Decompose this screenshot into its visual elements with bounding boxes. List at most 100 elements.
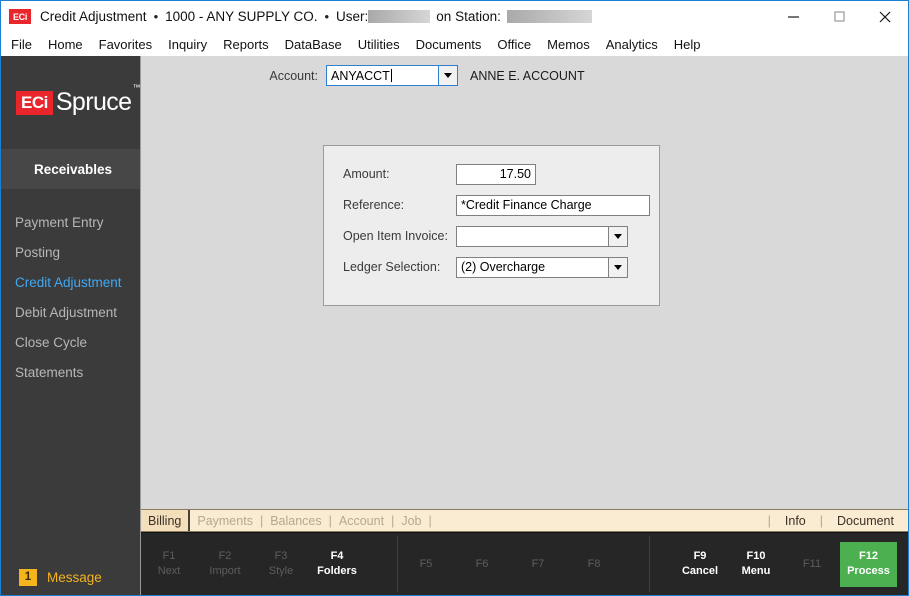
form-row-open-item-invoice: Open Item Invoice: — [343, 221, 659, 251]
fkey-group-1: F1 Next F2 Import F3 Style F4 Folders — [141, 533, 397, 595]
maximize-icon[interactable] — [816, 1, 862, 32]
sidebar-item-posting[interactable]: Posting — [1, 237, 140, 267]
account-input-value: ANYACCT — [331, 68, 390, 83]
fkey-f11[interactable]: F11 — [784, 541, 840, 588]
open-item-invoice-label: Open Item Invoice: — [343, 229, 448, 243]
fkey-f9-number: F9 — [693, 550, 707, 563]
fkey-f2-import[interactable]: F2 Import — [197, 541, 253, 588]
sidebar-item-close-cycle[interactable]: Close Cycle — [1, 327, 140, 357]
fkey-f10-label: Menu — [741, 565, 771, 577]
fkey-f12-label: Process — [847, 565, 890, 577]
tab-billing[interactable]: Billing — [141, 510, 191, 531]
open-item-invoice-combo[interactable] — [456, 225, 628, 247]
fkey-f4-label: Folders — [317, 565, 357, 577]
menu-item-utilities[interactable]: Utilities — [358, 37, 400, 52]
message-indicator[interactable]: 1 Message — [1, 559, 140, 595]
tab-document[interactable]: Document — [823, 510, 908, 531]
fkey-f6-number: F6 — [475, 557, 489, 570]
chevron-down-icon — [614, 233, 622, 239]
body-split: ECi Spruce ™ Receivables Payment Entry P… — [1, 56, 908, 595]
account-name-display: ANNE E. ACCOUNT — [470, 68, 585, 83]
fkey-f1-next[interactable]: F1 Next — [141, 541, 197, 588]
tab-info[interactable]: Info — [771, 510, 820, 531]
fkey-f9-label: Cancel — [681, 565, 719, 577]
tab-payments[interactable]: Payments — [190, 510, 260, 531]
eci-logo-icon: ECi — [9, 9, 31, 24]
fkey-f12-process[interactable]: F12 Process — [840, 541, 897, 587]
menu-item-database[interactable]: DataBase — [285, 37, 342, 52]
sidebar-nav: Payment Entry Posting Credit Adjustment … — [1, 189, 140, 387]
fkey-f3-style[interactable]: F3 Style — [253, 541, 309, 588]
tab-account[interactable]: Account — [332, 510, 391, 531]
fkey-f7-number: F7 — [531, 557, 545, 570]
sidebar-item-payment-entry[interactable]: Payment Entry — [1, 207, 140, 237]
account-label: Account: — [269, 68, 318, 83]
ledger-selection-combo[interactable]: (2) Overcharge — [456, 256, 628, 278]
minimize-icon[interactable] — [770, 1, 816, 32]
fkey-f8[interactable]: F8 — [566, 541, 622, 588]
fkey-f2-label: Import — [209, 565, 241, 577]
menu-item-documents[interactable]: Documents — [416, 37, 482, 52]
account-dropdown-button[interactable] — [439, 65, 458, 86]
function-key-bar: F1 Next F2 Import F3 Style F4 Folders F5… — [141, 532, 908, 595]
chevron-down-icon — [444, 73, 452, 78]
ledger-selection-value[interactable]: (2) Overcharge — [456, 256, 608, 278]
fkey-f5[interactable]: F5 — [398, 541, 454, 588]
reference-label: Reference: — [343, 198, 405, 212]
eci-mark-icon: ECi — [16, 90, 53, 115]
fkey-f4-folders[interactable]: F4 Folders — [309, 541, 365, 588]
account-input[interactable]: ANYACCT — [326, 65, 439, 86]
fkey-f10-menu[interactable]: F10 Menu — [728, 541, 784, 588]
fkey-f2-number: F2 — [218, 550, 232, 563]
fkey-f6[interactable]: F6 — [454, 541, 510, 588]
ledger-selection-dropdown-button[interactable] — [608, 256, 628, 278]
menu-item-home[interactable]: Home — [48, 37, 83, 52]
close-icon[interactable] — [862, 1, 908, 32]
module-header: Receivables — [1, 149, 140, 189]
menu-item-help[interactable]: Help — [674, 37, 701, 52]
tab-balances[interactable]: Balances — [263, 510, 328, 531]
sidebar-item-statements[interactable]: Statements — [1, 357, 140, 387]
reference-input[interactable]: *Credit Finance Charge — [456, 194, 650, 216]
message-count-badge: 1 — [19, 568, 37, 586]
menu-item-memos[interactable]: Memos — [547, 37, 590, 52]
sidebar-item-debit-adjustment[interactable]: Debit Adjustment — [1, 297, 140, 327]
ledger-selection-label: Ledger Selection: — [343, 260, 441, 274]
open-item-invoice-dropdown-button[interactable] — [608, 225, 628, 247]
fkey-group-3: F9 Cancel F10 Menu F11 F12 Process — [650, 533, 908, 595]
menu-item-office[interactable]: Office — [497, 37, 531, 52]
credit-adjustment-form: Amount: 17.50 Reference: *Credit Finance… — [323, 145, 660, 306]
open-item-invoice-value[interactable] — [456, 225, 608, 247]
window-controls — [770, 1, 908, 32]
user-label: User: — [336, 9, 369, 24]
tab-strip: Billing Payments | Balances | Account | … — [141, 509, 908, 532]
fkey-group-2: F5 F6 F7 F8 — [398, 533, 649, 595]
fkey-f7[interactable]: F7 — [510, 541, 566, 588]
menu-item-reports[interactable]: Reports — [223, 37, 269, 52]
fkey-f12-number: F12 — [859, 550, 878, 563]
menu-item-favorites[interactable]: Favorites — [99, 37, 152, 52]
trademark-icon: ™ — [132, 83, 141, 92]
form-row-reference: Reference: *Credit Finance Charge — [343, 190, 659, 220]
title-separator-2: • — [324, 9, 330, 24]
tab-spacer — [432, 510, 768, 531]
text-caret — [390, 69, 392, 82]
fkey-f9-cancel[interactable]: F9 Cancel — [672, 541, 728, 588]
account-row: Account: ANYACCT ANNE E. ACCOUNT — [141, 65, 908, 86]
amount-input[interactable]: 17.50 — [456, 163, 536, 185]
tab-job[interactable]: Job — [394, 510, 428, 531]
menu-item-file[interactable]: File — [11, 37, 32, 52]
chevron-down-icon — [614, 264, 622, 270]
title-bar: ECi Credit Adjustment • 1000 - ANY SUPPL… — [1, 1, 908, 32]
sidebar-item-credit-adjustment[interactable]: Credit Adjustment — [1, 267, 140, 297]
fkey-f1-label: Next — [157, 565, 181, 577]
application-window: ECi Credit Adjustment • 1000 - ANY SUPPL… — [0, 0, 909, 596]
menu-item-inquiry[interactable]: Inquiry — [168, 37, 207, 52]
title-separator-1: • — [153, 9, 159, 24]
fkey-f5-number: F5 — [419, 557, 433, 570]
sidebar: ECi Spruce ™ Receivables Payment Entry P… — [1, 56, 140, 595]
menu-item-analytics[interactable]: Analytics — [606, 37, 658, 52]
content-area: Account: ANYACCT ANNE E. ACCOUNT Amount:… — [140, 56, 908, 595]
fkey-f10-number: F10 — [746, 550, 766, 563]
